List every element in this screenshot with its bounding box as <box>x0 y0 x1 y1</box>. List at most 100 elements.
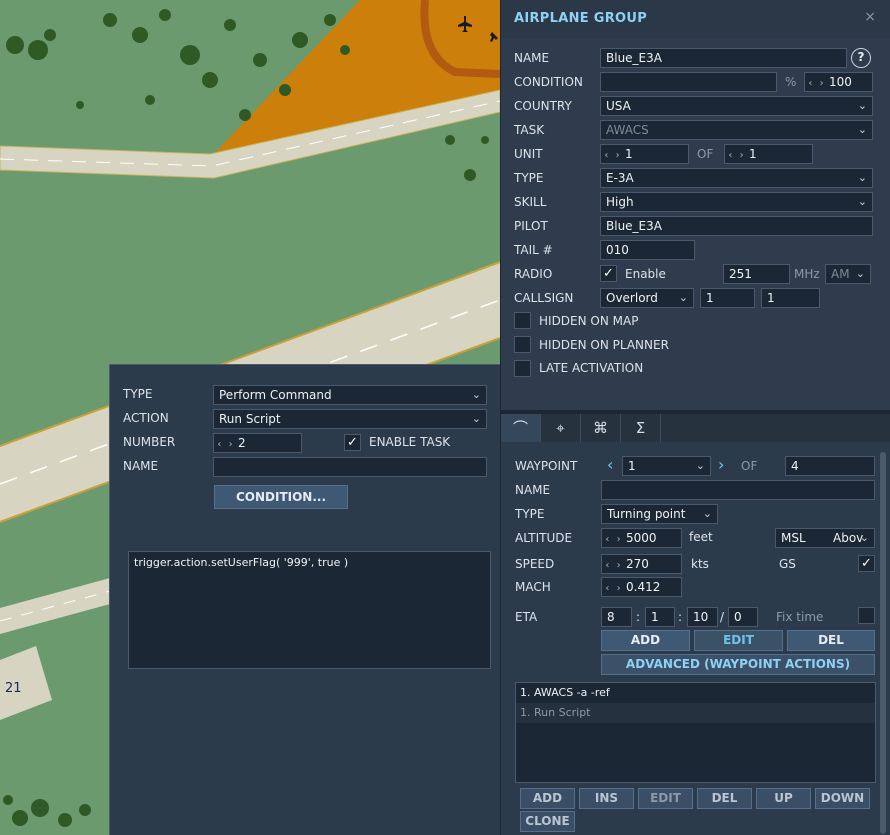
advanced-waypoint-actions-button[interactable]: ADVANCED (WAYPOINT ACTIONS) <box>601 654 875 675</box>
hidden-on-map-label: HIDDEN ON MAP <box>539 314 639 328</box>
chevron-down-icon: ⌄ <box>702 507 712 520</box>
task-label: TASK <box>514 123 545 137</box>
waypoint-add-button[interactable]: ADD <box>601 630 690 651</box>
tab-bar: ⌒ ⌖ ⌘ Σ <box>501 414 890 442</box>
waypoint-of-label: OF <box>741 459 758 473</box>
panel-title: AIRPLANE GROUP <box>514 11 648 26</box>
waypoint-prev-icon[interactable]: ‹ <box>607 455 613 474</box>
action-ins-button[interactable]: INS <box>579 788 634 809</box>
eta-day-input[interactable]: 8 <box>601 607 632 627</box>
aircraft-type-select[interactable]: E-3A ⌄ <box>600 168 873 188</box>
list-item[interactable]: 1. AWACS -a -ref <box>516 683 875 703</box>
altitude-stepper[interactable]: ‹ › 5000 <box>601 528 682 548</box>
group-name-input[interactable]: Blue_E3A <box>600 48 847 68</box>
waypoint-del-button[interactable]: DEL <box>787 630 875 651</box>
panel-header: AIRPLANE GROUP × <box>501 0 890 38</box>
action-select[interactable]: Run Script ⌄ <box>213 409 487 429</box>
skill-select[interactable]: High ⌄ <box>600 192 873 212</box>
hidden-on-planner-checkbox[interactable] <box>514 336 531 353</box>
radio-frequency-input[interactable]: 251 <box>723 264 790 284</box>
waypoint-edit-button[interactable]: EDIT <box>694 630 783 651</box>
gs-checkbox[interactable]: ✓ <box>858 555 875 572</box>
radio-enable-checkbox[interactable]: ✓ <box>600 265 617 282</box>
list-item[interactable]: 1. Run Script <box>516 703 875 723</box>
task-name-input[interactable] <box>213 457 487 477</box>
stepper-arrows-icon[interactable]: ‹ › <box>601 147 625 163</box>
enable-task-checkbox[interactable]: ✓ <box>344 434 361 451</box>
task-name-label: NAME <box>123 459 159 473</box>
stepper-arrows-icon[interactable]: ‹ › <box>805 75 829 91</box>
altitude-reference-select[interactable]: MSL Abov ⌄ <box>775 528 875 548</box>
stepper-arrows-icon[interactable]: ‹ › <box>602 580 626 596</box>
radio-enable-label: Enable <box>625 267 666 281</box>
enable-task-label: ENABLE TASK <box>369 435 451 449</box>
runway-number: 21 <box>5 681 22 696</box>
waypoint-scrollbar[interactable] <box>880 452 886 834</box>
number-stepper[interactable]: ‹ › 2 <box>213 433 302 453</box>
stepper-arrows-icon[interactable]: ‹ › <box>602 557 626 573</box>
speed-unit-label: kts <box>691 557 709 571</box>
action-edit-button[interactable]: EDIT <box>638 788 693 809</box>
mach-stepper[interactable]: ‹ › 0.412 <box>601 577 682 597</box>
tab-summary[interactable]: Σ <box>621 414 661 442</box>
pilot-input[interactable]: Blue_E3A <box>600 216 873 236</box>
settings-icon: ⌘ <box>593 419 608 437</box>
waypoint-select[interactable]: 1 ⌄ <box>622 456 711 476</box>
tail-label: TAIL # <box>514 243 553 257</box>
close-icon[interactable]: × <box>864 9 876 25</box>
hidden-on-planner-label: HIDDEN ON PLANNER <box>539 338 669 352</box>
action-del-button[interactable]: DEL <box>697 788 752 809</box>
waypoint-next-icon[interactable]: › <box>718 455 724 474</box>
unit-total-stepper[interactable]: ‹ › 1 <box>724 144 813 164</box>
action-value: Run Script <box>219 412 281 426</box>
script-textarea[interactable]: trigger.action.setUserFlag( '999', true … <box>128 551 491 669</box>
waypoint-type-select[interactable]: Turning point ⌄ <box>601 504 718 524</box>
speed-stepper[interactable]: ‹ › 270 <box>601 554 682 574</box>
tail-input[interactable]: 010 <box>600 240 695 260</box>
waypoint-name-input[interactable] <box>601 480 875 500</box>
callsign-number-1[interactable]: 1 <box>700 288 755 308</box>
stepper-arrows-icon[interactable]: ‹ › <box>214 436 238 452</box>
action-up-button[interactable]: UP <box>756 788 811 809</box>
country-label: COUNTRY <box>514 99 572 113</box>
callsign-select[interactable]: Overlord ⌄ <box>600 288 694 308</box>
tab-settings[interactable]: ⌘ <box>581 414 621 442</box>
chevron-down-icon: ⌄ <box>859 531 869 544</box>
chevron-down-icon: ⌄ <box>678 291 688 304</box>
task-type-select[interactable]: Perform Command ⌄ <box>213 385 487 405</box>
tab-payload[interactable]: ⌖ <box>541 414 581 442</box>
chevron-down-icon: ⌄ <box>695 459 705 472</box>
gs-label: GS <box>779 557 796 571</box>
waypoint-name-label: NAME <box>515 483 551 497</box>
task-type-label: TYPE <box>123 387 153 401</box>
late-activation-checkbox[interactable] <box>514 360 531 377</box>
stepper-arrows-icon[interactable]: ‹ › <box>602 531 626 547</box>
action-add-button[interactable]: ADD <box>520 788 575 809</box>
eta-second-input[interactable]: 0 <box>728 607 758 627</box>
unit-stepper[interactable]: ‹ › 1 <box>600 144 689 164</box>
fix-time-checkbox[interactable] <box>858 607 875 624</box>
fix-time-label: Fix time <box>776 610 824 624</box>
eta-label: ETA <box>515 610 538 624</box>
stepper-arrows-icon[interactable]: ‹ › <box>725 147 749 163</box>
country-select[interactable]: USA ⌄ <box>600 96 873 116</box>
eta-hour-input[interactable]: 1 <box>645 607 675 627</box>
radio-modulation-select[interactable]: AM ⌄ <box>825 264 871 284</box>
number-label: NUMBER <box>123 435 176 449</box>
help-icon[interactable]: ? <box>851 48 871 68</box>
callsign-number-2[interactable]: 1 <box>761 288 820 308</box>
task-select[interactable]: AWACS ⌄ <box>600 120 873 140</box>
waypoint-actions-list[interactable]: 1. AWACS -a -ref 1. Run Script <box>515 682 876 783</box>
tab-route[interactable]: ⌒ <box>501 414 541 442</box>
eta-minute-input[interactable]: 10 <box>687 607 718 627</box>
condition-input[interactable] <box>600 72 777 92</box>
hidden-on-map-checkbox[interactable] <box>514 312 531 329</box>
chevron-down-icon: ⌄ <box>471 412 481 425</box>
action-clone-button[interactable]: CLONE <box>520 811 575 832</box>
action-down-button[interactable]: DOWN <box>815 788 870 809</box>
eta-separator: : <box>636 610 641 624</box>
percent-symbol: % <box>785 75 797 89</box>
group-name-label: NAME <box>514 51 550 65</box>
condition-button[interactable]: CONDITION... <box>214 485 348 509</box>
condition-percent-stepper[interactable]: ‹ › 100 <box>804 72 873 92</box>
